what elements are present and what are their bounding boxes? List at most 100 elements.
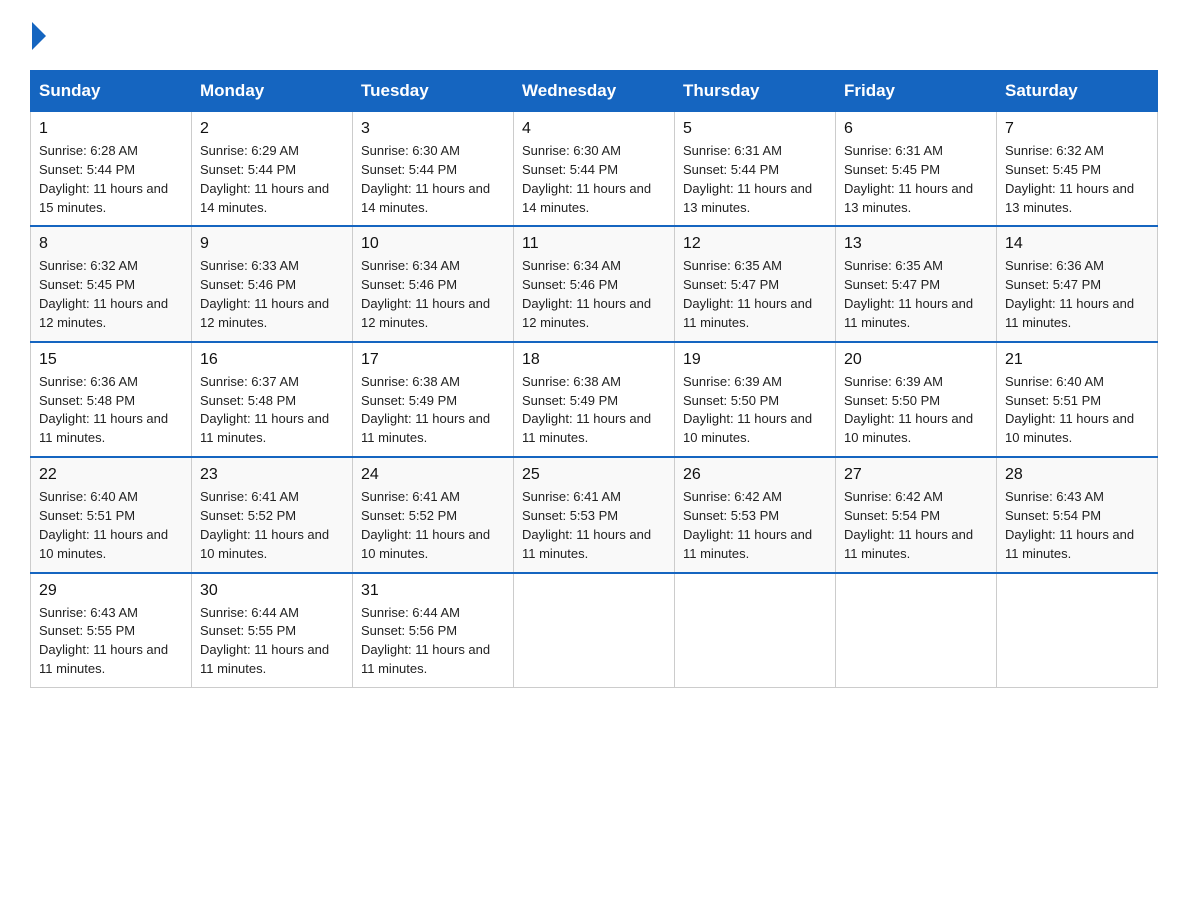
day-number: 13 — [844, 235, 988, 253]
day-info: Sunrise: 6:41 AMSunset: 5:53 PMDaylight:… — [522, 488, 666, 563]
day-number: 10 — [361, 235, 505, 253]
logo-arrow-icon — [32, 22, 46, 50]
day-info: Sunrise: 6:41 AMSunset: 5:52 PMDaylight:… — [361, 488, 505, 563]
calendar-cell: 4 Sunrise: 6:30 AMSunset: 5:44 PMDaylight… — [514, 112, 675, 227]
day-info: Sunrise: 6:40 AMSunset: 5:51 PMDaylight:… — [39, 488, 183, 563]
day-info: Sunrise: 6:29 AMSunset: 5:44 PMDaylight:… — [200, 142, 344, 217]
day-number: 9 — [200, 235, 344, 253]
calendar-cell: 12 Sunrise: 6:35 AMSunset: 5:47 PMDayligh… — [675, 226, 836, 341]
day-info: Sunrise: 6:40 AMSunset: 5:51 PMDaylight:… — [1005, 373, 1149, 448]
col-header-friday: Friday — [836, 71, 997, 112]
calendar-cell: 7 Sunrise: 6:32 AMSunset: 5:45 PMDaylight… — [997, 112, 1158, 227]
day-number: 15 — [39, 351, 183, 369]
calendar-cell: 15 Sunrise: 6:36 AMSunset: 5:48 PMDayligh… — [31, 342, 192, 457]
calendar-cell: 1 Sunrise: 6:28 AMSunset: 5:44 PMDaylight… — [31, 112, 192, 227]
day-info: Sunrise: 6:41 AMSunset: 5:52 PMDaylight:… — [200, 488, 344, 563]
day-number: 7 — [1005, 120, 1149, 138]
day-info: Sunrise: 6:31 AMSunset: 5:44 PMDaylight:… — [683, 142, 827, 217]
day-info: Sunrise: 6:35 AMSunset: 5:47 PMDaylight:… — [844, 257, 988, 332]
day-number: 27 — [844, 466, 988, 484]
col-header-thursday: Thursday — [675, 71, 836, 112]
day-number: 16 — [200, 351, 344, 369]
day-info: Sunrise: 6:38 AMSunset: 5:49 PMDaylight:… — [522, 373, 666, 448]
day-info: Sunrise: 6:32 AMSunset: 5:45 PMDaylight:… — [1005, 142, 1149, 217]
day-number: 31 — [361, 582, 505, 600]
calendar-cell: 27Sunrise: 6:42 AMSunset: 5:54 PMDayligh… — [836, 457, 997, 572]
day-number: 21 — [1005, 351, 1149, 369]
day-info: Sunrise: 6:35 AMSunset: 5:47 PMDaylight:… — [683, 257, 827, 332]
calendar-week-row: 1 Sunrise: 6:28 AMSunset: 5:44 PMDaylight… — [31, 112, 1158, 227]
day-info: Sunrise: 6:42 AMSunset: 5:53 PMDaylight:… — [683, 488, 827, 563]
calendar-cell: 19 Sunrise: 6:39 AMSunset: 5:50 PMDayligh… — [675, 342, 836, 457]
day-info: Sunrise: 6:43 AMSunset: 5:55 PMDaylight:… — [39, 604, 183, 679]
day-info: Sunrise: 6:44 AMSunset: 5:55 PMDaylight:… — [200, 604, 344, 679]
calendar-cell: 22 Sunrise: 6:40 AMSunset: 5:51 PMDayligh… — [31, 457, 192, 572]
day-info: Sunrise: 6:30 AMSunset: 5:44 PMDaylight:… — [522, 142, 666, 217]
calendar-cell: 13 Sunrise: 6:35 AMSunset: 5:47 PMDayligh… — [836, 226, 997, 341]
day-number: 4 — [522, 120, 666, 138]
calendar-cell: 23 Sunrise: 6:41 AMSunset: 5:52 PMDayligh… — [192, 457, 353, 572]
day-number: 18 — [522, 351, 666, 369]
calendar-week-row: 15 Sunrise: 6:36 AMSunset: 5:48 PMDayligh… — [31, 342, 1158, 457]
day-info: Sunrise: 6:31 AMSunset: 5:45 PMDaylight:… — [844, 142, 988, 217]
col-header-tuesday: Tuesday — [353, 71, 514, 112]
day-info: Sunrise: 6:30 AMSunset: 5:44 PMDaylight:… — [361, 142, 505, 217]
day-number: 22 — [39, 466, 183, 484]
calendar-week-row: 22 Sunrise: 6:40 AMSunset: 5:51 PMDayligh… — [31, 457, 1158, 572]
calendar-cell — [675, 573, 836, 688]
logo — [30, 20, 46, 50]
day-info: Sunrise: 6:39 AMSunset: 5:50 PMDaylight:… — [683, 373, 827, 448]
day-number: 29 — [39, 582, 183, 600]
calendar-cell: 28 Sunrise: 6:43 AMSunset: 5:54 PMDayligh… — [997, 457, 1158, 572]
calendar-cell: 31 Sunrise: 6:44 AMSunset: 5:56 PMDayligh… — [353, 573, 514, 688]
day-info: Sunrise: 6:37 AMSunset: 5:48 PMDaylight:… — [200, 373, 344, 448]
calendar-cell: 30 Sunrise: 6:44 AMSunset: 5:55 PMDayligh… — [192, 573, 353, 688]
day-info: Sunrise: 6:38 AMSunset: 5:49 PMDaylight:… — [361, 373, 505, 448]
day-number: 11 — [522, 235, 666, 253]
col-header-sunday: Sunday — [31, 71, 192, 112]
day-number: 30 — [200, 582, 344, 600]
day-number: 12 — [683, 235, 827, 253]
calendar-cell: 11 Sunrise: 6:34 AMSunset: 5:46 PMDayligh… — [514, 226, 675, 341]
col-header-wednesday: Wednesday — [514, 71, 675, 112]
calendar-table: SundayMondayTuesdayWednesdayThursdayFrid… — [30, 70, 1158, 688]
calendar-cell: 29 Sunrise: 6:43 AMSunset: 5:55 PMDayligh… — [31, 573, 192, 688]
day-number: 19 — [683, 351, 827, 369]
day-info: Sunrise: 6:33 AMSunset: 5:46 PMDaylight:… — [200, 257, 344, 332]
day-info: Sunrise: 6:28 AMSunset: 5:44 PMDaylight:… — [39, 142, 183, 217]
day-number: 14 — [1005, 235, 1149, 253]
day-number: 25 — [522, 466, 666, 484]
calendar-header-row: SundayMondayTuesdayWednesdayThursdayFrid… — [31, 71, 1158, 112]
calendar-cell: 25 Sunrise: 6:41 AMSunset: 5:53 PMDayligh… — [514, 457, 675, 572]
calendar-cell: 10 Sunrise: 6:34 AMSunset: 5:46 PMDayligh… — [353, 226, 514, 341]
day-info: Sunrise: 6:44 AMSunset: 5:56 PMDaylight:… — [361, 604, 505, 679]
calendar-cell: 6 Sunrise: 6:31 AMSunset: 5:45 PMDaylight… — [836, 112, 997, 227]
day-number: 6 — [844, 120, 988, 138]
day-info: Sunrise: 6:32 AMSunset: 5:45 PMDaylight:… — [39, 257, 183, 332]
day-info: Sunrise: 6:34 AMSunset: 5:46 PMDaylight:… — [522, 257, 666, 332]
day-number: 1 — [39, 120, 183, 138]
day-info: Sunrise: 6:43 AMSunset: 5:54 PMDaylight:… — [1005, 488, 1149, 563]
calendar-cell: 3Sunrise: 6:30 AMSunset: 5:44 PMDaylight… — [353, 112, 514, 227]
calendar-cell: 20 Sunrise: 6:39 AMSunset: 5:50 PMDayligh… — [836, 342, 997, 457]
day-number: 28 — [1005, 466, 1149, 484]
day-info: Sunrise: 6:36 AMSunset: 5:47 PMDaylight:… — [1005, 257, 1149, 332]
calendar-cell: 18 Sunrise: 6:38 AMSunset: 5:49 PMDayligh… — [514, 342, 675, 457]
day-number: 26 — [683, 466, 827, 484]
day-info: Sunrise: 6:36 AMSunset: 5:48 PMDaylight:… — [39, 373, 183, 448]
calendar-cell — [836, 573, 997, 688]
calendar-cell — [997, 573, 1158, 688]
calendar-cell: 2 Sunrise: 6:29 AMSunset: 5:44 PMDaylight… — [192, 112, 353, 227]
day-number: 2 — [200, 120, 344, 138]
col-header-saturday: Saturday — [997, 71, 1158, 112]
day-number: 20 — [844, 351, 988, 369]
calendar-cell: 8Sunrise: 6:32 AMSunset: 5:45 PMDaylight… — [31, 226, 192, 341]
calendar-cell: 16 Sunrise: 6:37 AMSunset: 5:48 PMDayligh… — [192, 342, 353, 457]
day-info: Sunrise: 6:34 AMSunset: 5:46 PMDaylight:… — [361, 257, 505, 332]
day-info: Sunrise: 6:39 AMSunset: 5:50 PMDaylight:… — [844, 373, 988, 448]
calendar-cell: 21 Sunrise: 6:40 AMSunset: 5:51 PMDayligh… — [997, 342, 1158, 457]
calendar-week-row: 8Sunrise: 6:32 AMSunset: 5:45 PMDaylight… — [31, 226, 1158, 341]
day-number: 17 — [361, 351, 505, 369]
page-header — [30, 20, 1158, 50]
day-number: 23 — [200, 466, 344, 484]
